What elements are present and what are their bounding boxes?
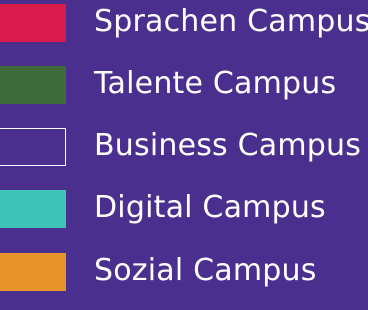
sprachen-campus-swatch: [0, 4, 66, 42]
business-campus-label: Business Campus: [94, 128, 362, 163]
talente-campus-swatch: [0, 66, 66, 104]
legend-item-sozial-campus: Sozial Campus: [0, 253, 368, 293]
legend-item-sprachen-campus: Sprachen Campus: [0, 4, 368, 44]
sozial-campus-swatch: [0, 253, 66, 291]
campus-legend: Sprachen Campus Talente Campus Business …: [0, 0, 368, 310]
talente-campus-label: Talente Campus: [94, 66, 337, 101]
sozial-campus-label: Sozial Campus: [94, 253, 317, 288]
digital-campus-swatch: [0, 190, 66, 228]
legend-item-talente-campus: Talente Campus: [0, 66, 368, 106]
business-campus-swatch: [0, 128, 66, 166]
legend-item-business-campus: Business Campus: [0, 128, 368, 168]
digital-campus-label: Digital Campus: [94, 190, 326, 225]
sprachen-campus-label: Sprachen Campus: [94, 4, 368, 39]
legend-item-digital-campus: Digital Campus: [0, 190, 368, 230]
